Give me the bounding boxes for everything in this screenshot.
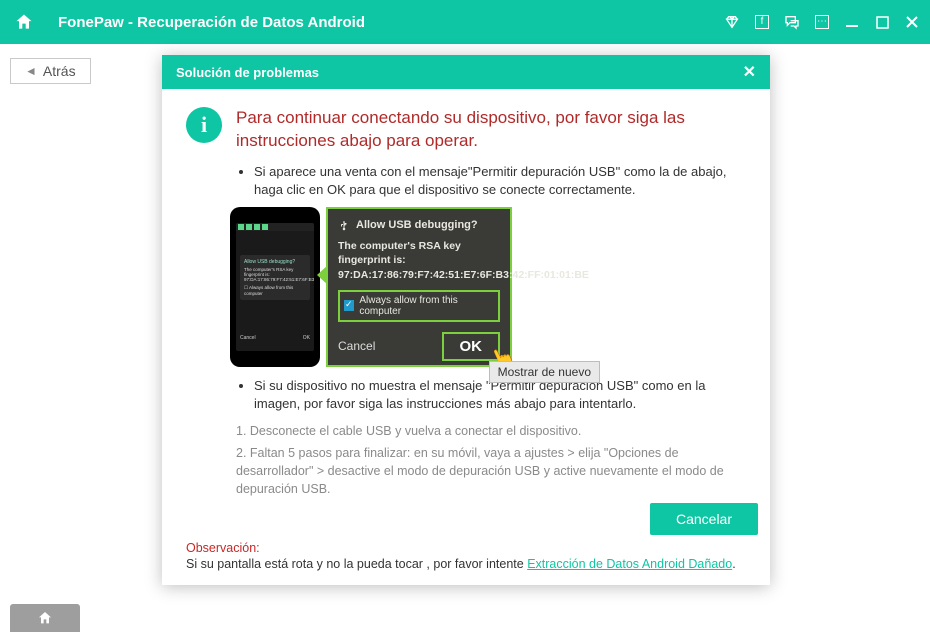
titlebar: FonePaw - Recuperación de Datos Android … <box>0 0 930 44</box>
window-controls: f ⋯ <box>722 0 922 44</box>
zoom-always-checkbox: Always allow from this computer <box>338 290 500 322</box>
zoom-fp-label: The computer's RSA key fingerprint is: <box>338 239 500 267</box>
back-button[interactable]: ◄ Atrás <box>10 58 91 84</box>
diamond-icon[interactable] <box>722 12 742 32</box>
back-label: Atrás <box>43 63 76 79</box>
zoom-ok-button: OK 👆 <box>442 332 501 361</box>
phone-popup-always: ☐ Always allow from this computer <box>244 285 306 296</box>
info-icon: i <box>186 107 222 143</box>
step-2: 2. Faltan 5 pasos para finalizar: en su … <box>236 444 746 498</box>
dialog-header: Solución de problemas ✕ <box>162 55 770 89</box>
checkbox-icon <box>344 300 354 311</box>
home-icon <box>14 12 34 32</box>
facebook-icon[interactable]: f <box>752 12 772 32</box>
instruction-bullet-1: Si aparece una venta con el mensaje"Perm… <box>254 163 746 199</box>
dialog-title: Solución de problemas <box>176 65 319 80</box>
app-title: FonePaw - Recuperación de Datos Android <box>58 14 365 31</box>
home-icon <box>37 610 53 626</box>
phone-popup-body: The computer's RSA key fingerprint is: 9… <box>244 267 306 282</box>
note-text: Si su pantalla está rota y no la pueda t… <box>186 557 746 571</box>
phone-ok: OK <box>303 335 310 341</box>
zoom-fp-value: 97:DA:17:86:79:F7:42:51:E7:6F:B3:42:FF:0… <box>338 268 500 282</box>
phone-popup-title: Allow USB debugging? <box>244 259 306 265</box>
dialog-body: i Para continuar conectando su dispositi… <box>162 89 770 585</box>
minimize-button[interactable] <box>842 12 862 32</box>
home-button[interactable] <box>10 8 38 36</box>
note-block: Observación: Si su pantalla está rota y … <box>186 541 746 571</box>
menu-icon[interactable]: ⋯ <box>812 12 832 32</box>
bottom-home-tab[interactable] <box>10 604 80 632</box>
feedback-icon[interactable] <box>782 12 802 32</box>
phone-mock: Allow USB debugging? The computer's RSA … <box>230 207 320 367</box>
zoom-always-label: Always allow from this computer <box>359 295 494 317</box>
phone-cancel: Cancel <box>240 335 256 341</box>
sub-steps: 1. Desconecte el cable USB y vuelva a co… <box>236 422 746 499</box>
illustration: Allow USB debugging? The computer's RSA … <box>230 207 746 367</box>
zoom-cancel: Cancel <box>338 339 375 353</box>
step-1: 1. Desconecte el cable USB y vuelva a co… <box>236 422 746 440</box>
maximize-button[interactable] <box>872 12 892 32</box>
cancel-button[interactable]: Cancelar <box>650 503 758 535</box>
troubleshoot-dialog: Solución de problemas ✕ i Para continuar… <box>162 55 770 585</box>
note-label: Observación: <box>186 541 746 555</box>
dialog-headline: Para continuar conectando su dispositivo… <box>236 107 746 153</box>
usb-icon <box>338 219 350 231</box>
show-again-button[interactable]: Mostrar de nuevo <box>489 361 600 383</box>
close-button[interactable] <box>902 12 922 32</box>
chevron-left-icon: ◄ <box>25 64 37 78</box>
dialog-close-button[interactable]: ✕ <box>743 62 756 82</box>
broken-extraction-link[interactable]: Extracción de Datos Android Dañado <box>527 557 732 571</box>
zoom-title: Allow USB debugging? <box>356 219 478 231</box>
zoomed-popup: Allow USB debugging? The computer's RSA … <box>326 207 512 367</box>
